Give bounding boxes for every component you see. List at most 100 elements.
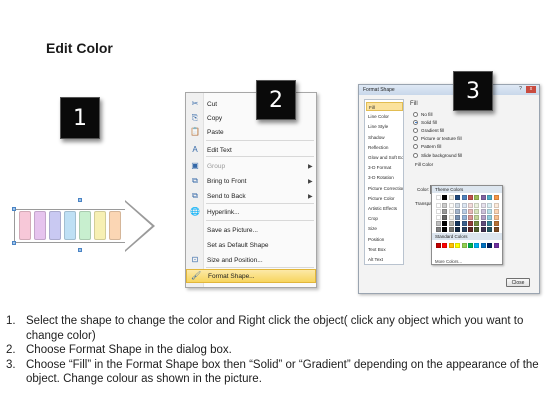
radio-button[interactable] [413, 136, 418, 142]
theme-color-swatch[interactable] [487, 226, 493, 232]
nav-item-line-color[interactable]: Line Color [366, 112, 403, 121]
theme-color-swatch[interactable] [461, 202, 467, 208]
nav-item-alt-text[interactable]: Alt Text [366, 255, 403, 264]
theme-color-swatch[interactable] [448, 214, 454, 220]
theme-color-swatch[interactable] [455, 226, 461, 232]
theme-color-swatch[interactable] [436, 202, 441, 208]
theme-color-swatch[interactable] [493, 208, 499, 214]
selection-handle[interactable] [12, 241, 16, 245]
theme-color-swatch[interactable] [442, 195, 448, 200]
theme-color-swatch[interactable] [461, 214, 467, 220]
theme-color-swatch[interactable] [480, 202, 486, 208]
theme-color-swatch[interactable] [468, 195, 473, 200]
nav-item-picture-color[interactable]: Picture Color [366, 194, 403, 203]
arrow-segment[interactable] [64, 211, 76, 240]
arrow-segment[interactable] [109, 211, 121, 240]
fill-option-pattern-fill[interactable]: Pattern fill [413, 143, 441, 151]
theme-color-swatch[interactable] [455, 220, 461, 226]
standard-color-swatch[interactable] [461, 243, 467, 248]
menu-item-cut[interactable]: ✂ Cut [186, 97, 316, 111]
menu-item-copy[interactable]: ⎘ Copy [186, 111, 316, 125]
standard-color-swatch[interactable] [455, 243, 461, 248]
help-icon[interactable]: ? [517, 86, 524, 93]
standard-color-swatch[interactable] [448, 243, 454, 248]
theme-color-swatch[interactable] [474, 195, 480, 200]
nav-item-line-style[interactable]: Line Style [366, 122, 403, 131]
theme-color-swatch[interactable] [442, 214, 448, 220]
theme-color-swatch[interactable] [468, 226, 473, 232]
nav-item-artistic-effects[interactable]: Artistic Effects [366, 204, 403, 213]
theme-color-swatch[interactable] [436, 214, 441, 220]
theme-color-swatch[interactable] [468, 208, 473, 214]
theme-color-swatch[interactable] [493, 226, 499, 232]
theme-color-swatch[interactable] [474, 208, 480, 214]
menu-item-save-as-picture[interactable]: Save as Picture... [186, 223, 316, 237]
nav-item-text-box[interactable]: Text Box [366, 245, 403, 254]
theme-color-swatch[interactable] [461, 226, 467, 232]
radio-button[interactable] [413, 111, 418, 117]
fill-option-gradient-fill[interactable]: Gradient fill [413, 126, 444, 134]
theme-color-swatch[interactable] [448, 208, 454, 214]
theme-color-swatch[interactable] [487, 208, 493, 214]
theme-color-swatch[interactable] [474, 202, 480, 208]
arrow-segment[interactable] [34, 211, 46, 240]
radio-button[interactable] [413, 144, 418, 150]
nav-item-shadow[interactable]: Shadow [366, 133, 403, 142]
theme-color-swatch[interactable] [487, 220, 493, 226]
theme-color-swatch[interactable] [436, 195, 441, 200]
menu-item-bring-to-front[interactable]: ⧉ Bring to Front ▶ [186, 174, 316, 188]
theme-color-swatch[interactable] [480, 208, 486, 214]
process-arrow-shape[interactable] [12, 198, 155, 252]
theme-color-swatch[interactable] [442, 220, 448, 226]
theme-color-swatch[interactable] [493, 220, 499, 226]
close-button[interactable]: Close [506, 278, 530, 287]
arrow-segment[interactable] [79, 211, 91, 240]
radio-button[interactable] [413, 152, 418, 158]
theme-color-swatch[interactable] [493, 195, 499, 200]
theme-color-swatch[interactable] [480, 220, 486, 226]
selection-handle[interactable] [78, 248, 82, 252]
selection-handle[interactable] [78, 198, 82, 202]
theme-color-swatch[interactable] [461, 220, 467, 226]
standard-color-swatch[interactable] [442, 243, 448, 248]
theme-color-swatch[interactable] [468, 220, 473, 226]
theme-color-swatch[interactable] [468, 214, 473, 220]
theme-color-swatch[interactable] [442, 202, 448, 208]
theme-color-swatch[interactable] [487, 195, 493, 200]
theme-color-swatch[interactable] [442, 226, 448, 232]
fill-option-no-fill[interactable]: No fill [413, 110, 433, 118]
theme-color-swatch[interactable] [436, 208, 441, 214]
nav-item-position[interactable]: Position [366, 235, 403, 244]
nav-item-fill[interactable]: Fill [366, 102, 403, 111]
theme-color-swatch[interactable] [448, 220, 454, 226]
fill-option-slide-background-fill[interactable]: Slide background fill [413, 151, 462, 159]
theme-color-swatch[interactable] [474, 214, 480, 220]
fill-option-solid-fill[interactable]: Solid fill [413, 118, 437, 126]
theme-color-swatch[interactable] [487, 214, 493, 220]
nav-item-size[interactable]: Size [366, 224, 403, 233]
theme-color-swatch[interactable] [448, 195, 454, 200]
menu-item-format-shape[interactable]: 🖌 Format Shape... [186, 269, 316, 283]
menu-item-paste[interactable]: 📋 Paste [186, 125, 316, 139]
theme-color-swatch[interactable] [474, 220, 480, 226]
standard-color-swatch[interactable] [436, 243, 441, 248]
arrow-segment[interactable] [49, 211, 61, 240]
nav-item-reflection[interactable]: Reflection [366, 143, 403, 152]
theme-color-swatch[interactable] [455, 208, 461, 214]
nav-item-crop[interactable]: Crop [366, 214, 403, 223]
theme-color-swatch[interactable] [436, 220, 441, 226]
nav-item-glow-and-soft-edges[interactable]: Glow and Soft Edges [366, 153, 403, 162]
nav-item-3-d-rotation[interactable]: 3-D Rotation [366, 173, 403, 182]
theme-color-swatch[interactable] [455, 214, 461, 220]
menu-item-set-as-default-shape[interactable]: Set as Default Shape [186, 238, 316, 252]
standard-color-swatch[interactable] [487, 243, 493, 248]
theme-color-swatch[interactable] [455, 195, 461, 200]
radio-button[interactable] [413, 127, 418, 133]
arrow-segment[interactable] [94, 211, 106, 240]
more-colors-option[interactable]: More Colors... [435, 259, 462, 264]
theme-color-swatch[interactable] [480, 195, 486, 200]
theme-color-swatch[interactable] [455, 202, 461, 208]
theme-color-swatch[interactable] [480, 214, 486, 220]
nav-item-picture-corrections[interactable]: Picture Corrections [366, 184, 403, 193]
menu-item-edit-text[interactable]: A Edit Text [186, 143, 316, 157]
